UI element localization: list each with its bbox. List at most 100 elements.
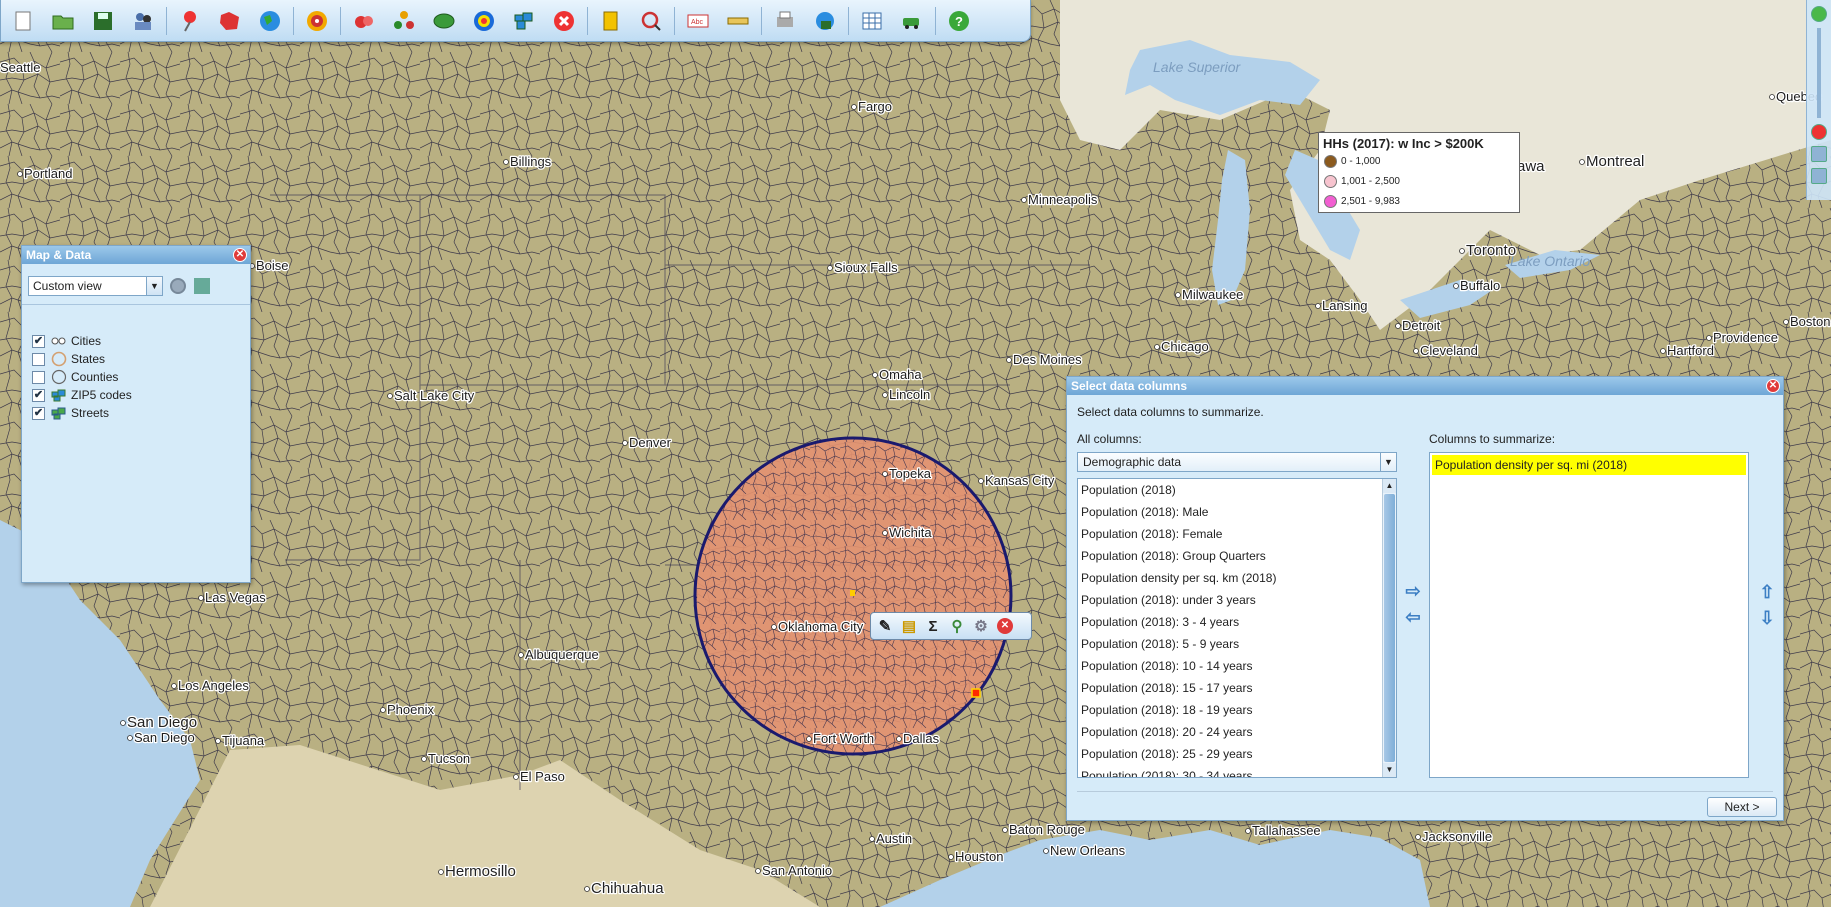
save-icon[interactable] [89,7,117,35]
map-data-panel: Map & Data ✕ Custom view ▼ ✔ Cities States C… [21,245,251,583]
text-label-icon[interactable]: Abc [684,7,712,35]
summarize-columns-list[interactable]: Population density per sq. mi (2018) [1429,452,1749,778]
all-columns-list[interactable]: Population (2018) Population (2018): Male… [1077,478,1397,778]
city-label: Tucson [428,751,470,766]
cluster-icon[interactable] [390,7,418,35]
city-label: Dallas [903,731,940,746]
lake-ontario-label: Lake Ontario [1510,253,1590,269]
layer-checkbox[interactable] [32,352,45,366]
gear-icon[interactable]: ⚙ [971,616,991,636]
layer-cities[interactable]: ✔ Cities [32,332,101,350]
list-item[interactable]: Population (2018): Male [1078,501,1396,523]
shapes-icon[interactable] [430,7,458,35]
scroll-up-icon[interactable]: ▲ [1383,479,1396,493]
data-icon[interactable]: ▤ [899,616,919,636]
zip-map-icon[interactable] [510,7,538,35]
layer-streets[interactable]: ✔ Streets [32,404,109,422]
toolbar-separator [166,6,167,35]
city-label: San Diego [134,730,195,745]
list-item[interactable]: Population (2018): Group Quarters [1078,545,1396,567]
list-item[interactable]: Population (2018): 5 - 9 years [1078,633,1396,655]
next-button[interactable]: Next > [1707,797,1777,817]
data-icon[interactable] [597,7,625,35]
help-icon[interactable]: ? [945,7,973,35]
list-item[interactable]: Population (2018) [1078,479,1396,501]
move-left-icon[interactable]: ⇦ [1403,608,1423,626]
toolbar-separator [848,6,849,35]
close-icon[interactable]: ✕ [1766,379,1780,393]
globe-icon[interactable] [256,7,284,35]
city-label: San Antonio [762,863,832,878]
radius-target-icon[interactable] [303,7,331,35]
layer-counties[interactable]: Counties [32,368,118,386]
route-icon[interactable] [898,7,926,35]
zoom-out-icon[interactable] [1811,124,1827,140]
new-document-icon[interactable] [9,7,37,35]
zoom-in-icon[interactable] [1811,6,1827,22]
city-dot [120,720,126,726]
open-folder-icon[interactable] [49,7,77,35]
layer-checkbox[interactable] [32,370,45,384]
close-icon[interactable]: ✕ [995,616,1015,636]
list-item[interactable]: Population (2018): Female [1078,523,1396,545]
bubble-icon[interactable] [350,7,378,35]
list-item[interactable]: Population density per sq. mi (2018) [1432,455,1746,475]
city-dot [1579,159,1585,165]
category-select[interactable]: Demographic data ▼ [1077,452,1397,472]
list-item[interactable]: Population (2018): under 3 years [1078,589,1396,611]
layer-states[interactable]: States [32,350,105,368]
scroll-thumb[interactable] [1384,494,1395,762]
zoom-slider[interactable] [1817,28,1821,118]
tools-icon[interactable] [194,278,210,294]
city-dot [380,707,386,713]
layer-label: ZIP5 codes [71,388,132,402]
ruler-icon[interactable] [724,7,752,35]
city-label: Boston [1790,314,1830,329]
city-dot [1453,283,1459,289]
cities-icon [51,334,67,348]
dialog-title: Select data columns ✕ [1067,377,1783,395]
list-item[interactable]: Population density per sq. km (2018) [1078,567,1396,589]
city-dot [1043,848,1049,854]
scrollbar[interactable]: ▲ ▼ [1382,479,1396,777]
search-icon[interactable] [1811,168,1827,184]
layer-checkbox[interactable]: ✔ [32,406,45,420]
move-down-icon[interactable]: ⇩ [1757,609,1777,627]
heatmap-icon[interactable] [470,7,498,35]
city-dot [827,265,833,271]
city-dot [1413,348,1419,354]
city-label: Hartford [1667,343,1714,358]
layer-checkbox[interactable]: ✔ [32,334,45,348]
list-item[interactable]: Population (2018): 18 - 19 years [1078,699,1396,721]
legend-swatch [1324,194,1337,208]
move-right-icon[interactable]: ⇨ [1403,582,1423,600]
view-select[interactable]: Custom view ▼ [28,276,163,296]
zoom-icon[interactable]: ⚲ [947,616,967,636]
list-item[interactable]: Population (2018): 10 - 14 years [1078,655,1396,677]
add-pushpin-icon[interactable] [176,7,204,35]
territory-icon[interactable] [216,7,244,35]
list-item[interactable]: Population (2018): 15 - 17 years [1078,677,1396,699]
scroll-down-icon[interactable]: ▼ [1383,763,1396,777]
print-icon[interactable] [771,7,799,35]
close-icon[interactable]: ✕ [233,248,247,262]
layer-checkbox[interactable]: ✔ [32,388,45,402]
city-label: Detroit [1402,318,1441,333]
list-item[interactable]: Population (2018): 25 - 29 years [1078,743,1396,765]
map-data-title: Map & Data ✕ [22,246,250,264]
delete-icon[interactable] [550,7,578,35]
list-item[interactable]: Population (2018): 3 - 4 years [1078,611,1396,633]
lasso-icon[interactable] [637,7,665,35]
list-item[interactable]: Population (2018): 30 - 34 years [1078,765,1396,777]
layer-zip5-codes[interactable]: ✔ ZIP5 codes [32,386,132,404]
move-up-icon[interactable]: ⇧ [1757,583,1777,601]
zoom-control [1806,0,1831,200]
pan-icon[interactable] [1811,146,1827,162]
gear-icon[interactable] [170,278,186,294]
spreadsheet-icon[interactable] [858,7,886,35]
sum-icon[interactable]: Σ [923,616,943,636]
users-icon[interactable] [129,7,157,35]
eraser-icon[interactable]: ✎ [875,616,895,636]
list-item[interactable]: Population (2018): 20 - 24 years [1078,721,1396,743]
export-icon[interactable] [811,7,839,35]
